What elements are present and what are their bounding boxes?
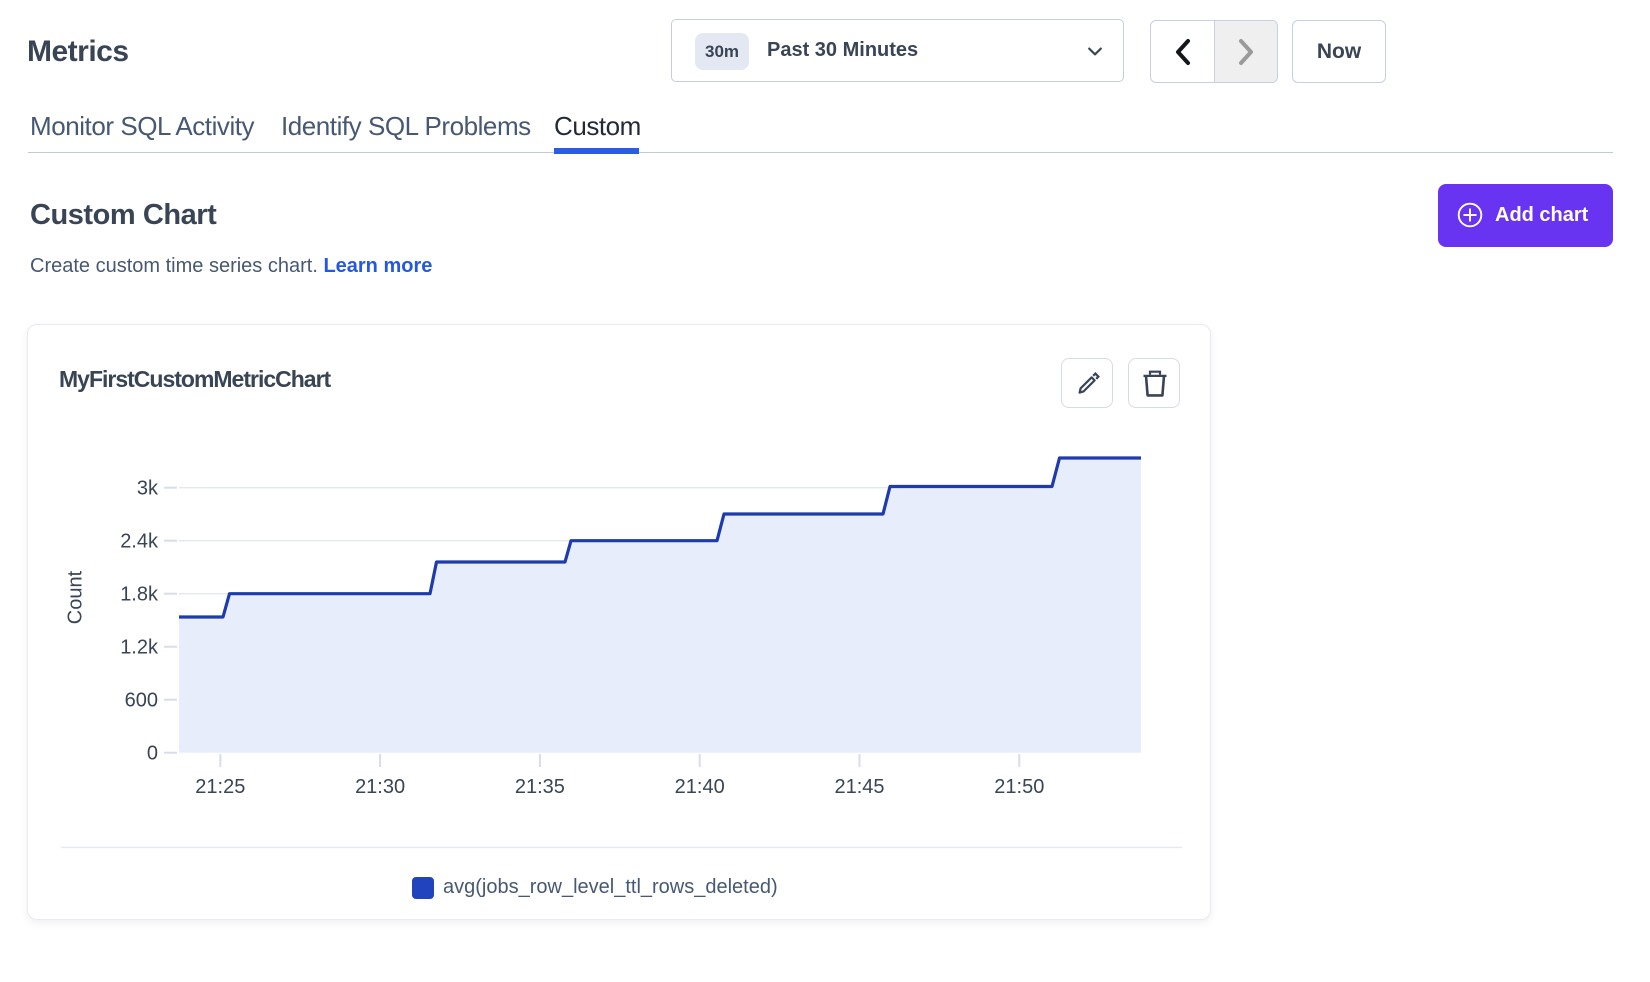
svg-text:21:25: 21:25 bbox=[195, 776, 245, 798]
svg-text:0: 0 bbox=[147, 743, 158, 765]
svg-text:3k: 3k bbox=[137, 478, 159, 500]
svg-text:21:40: 21:40 bbox=[675, 776, 725, 798]
svg-text:21:45: 21:45 bbox=[834, 776, 884, 798]
svg-text:21:30: 21:30 bbox=[355, 776, 405, 798]
svg-text:Count: Count bbox=[65, 570, 87, 624]
svg-text:21:50: 21:50 bbox=[994, 776, 1044, 798]
svg-text:21:35: 21:35 bbox=[515, 776, 565, 798]
svg-text:2.4k: 2.4k bbox=[120, 531, 159, 553]
svg-text:1.8k: 1.8k bbox=[120, 584, 159, 606]
svg-text:600: 600 bbox=[125, 690, 158, 712]
svg-text:1.2k: 1.2k bbox=[120, 637, 159, 659]
